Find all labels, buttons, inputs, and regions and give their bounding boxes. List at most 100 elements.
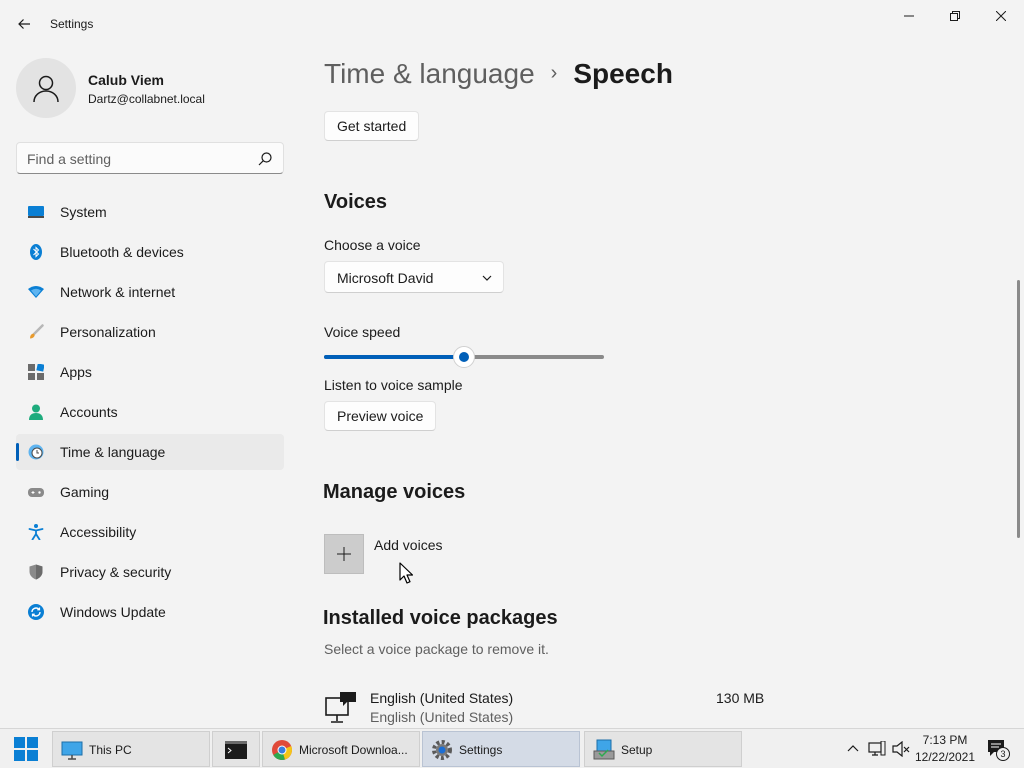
voice-package-name: English (United States) — [370, 690, 514, 706]
bluetooth-icon — [30, 244, 42, 260]
gamepad-icon — [28, 488, 44, 497]
sidebar-item-system[interactable]: System — [16, 194, 284, 230]
speech-monitor-icon — [325, 692, 356, 723]
taskbar-item-setup[interactable]: Setup — [584, 731, 742, 767]
manage-voices-heading: Manage voices — [323, 481, 466, 503]
chrome-icon — [272, 740, 293, 760]
taskbar-item-settings[interactable]: Settings — [422, 731, 580, 767]
sidebar-item-network[interactable]: Network & internet — [16, 274, 284, 310]
taskbar: This PC Microsoft Downloa... Settings Se… — [0, 728, 1024, 768]
voice-speed-label: Voice speed — [324, 324, 401, 340]
clock-time[interactable]: 7:13 PM — [916, 733, 974, 747]
voice-package-language: English (United States) — [370, 709, 514, 725]
search-input[interactable] — [27, 150, 247, 168]
app-title: Settings — [50, 17, 94, 31]
tray-network-button[interactable] — [866, 729, 888, 768]
terminal-icon — [225, 741, 247, 759]
close-icon — [996, 11, 1006, 21]
chevron-down-icon — [482, 275, 492, 281]
search-box[interactable] — [16, 142, 284, 174]
restore-button[interactable] — [932, 0, 978, 32]
plus-icon — [337, 547, 351, 561]
network-monitor-icon — [868, 741, 886, 756]
sidebar-item-label: Time & language — [60, 444, 166, 460]
setup-icon — [593, 739, 615, 760]
shield-icon — [29, 564, 43, 580]
system-icon — [28, 206, 44, 218]
title-bar: Settings — [0, 0, 1024, 48]
page-title: Speech — [573, 58, 673, 89]
tray-volume-button[interactable] — [890, 729, 912, 768]
sidebar-item-label: Bluetooth & devices — [60, 244, 184, 260]
show-hidden-icons-button[interactable] — [842, 729, 864, 768]
settings-gear-icon — [432, 740, 452, 760]
user-icon — [33, 75, 59, 103]
sidebar-item-privacy[interactable]: Privacy & security — [16, 554, 284, 590]
sidebar-item-time-language[interactable]: Time & language — [16, 434, 284, 470]
back-arrow-icon — [18, 19, 30, 29]
content-scrollbar[interactable] — [1017, 280, 1020, 538]
sidebar-item-label: Gaming — [60, 484, 110, 500]
network-icon — [28, 286, 44, 298]
sidebar-item-bluetooth[interactable]: Bluetooth & devices — [16, 234, 284, 270]
breadcrumb: Time & language › Speech — [324, 58, 673, 94]
taskbar-item-terminal[interactable] — [212, 731, 260, 767]
minimize-icon — [904, 15, 914, 17]
windows-logo-icon — [14, 737, 38, 761]
sidebar-item-label: Accessibility — [60, 524, 137, 540]
preview-voice-button[interactable]: Preview voice — [324, 401, 437, 431]
clock-date[interactable]: 12/22/2021 — [912, 750, 978, 764]
brush-icon — [30, 324, 44, 339]
user-profile[interactable]: Calub Viem Dartz@collabnet.local — [16, 58, 286, 118]
sidebar-item-label: Windows Update — [60, 604, 166, 620]
sidebar-item-label: Accounts — [60, 404, 118, 420]
voice-select-value: Microsoft David — [337, 270, 434, 286]
notifications-button[interactable]: 3 — [984, 729, 1012, 768]
avatar — [16, 58, 76, 118]
this-pc-icon — [61, 741, 83, 760]
sidebar-item-accounts[interactable]: Accounts — [16, 394, 284, 430]
back-button[interactable] — [8, 8, 40, 40]
sidebar-item-label: System — [60, 204, 107, 220]
accounts-icon — [29, 404, 43, 420]
sidebar-item-gaming[interactable]: Gaming — [16, 474, 284, 510]
accessibility-icon — [28, 524, 44, 540]
voice-package-size: 130 MB — [716, 690, 765, 706]
sidebar-item-label: Network & internet — [60, 284, 176, 300]
installed-packages-description: Select a voice package to remove it. — [324, 641, 549, 657]
sidebar-item-label: Personalization — [60, 324, 156, 340]
profile-name: Calub Viem — [88, 72, 164, 88]
windows-update-icon — [28, 604, 44, 620]
profile-email: Dartz@collabnet.local — [88, 92, 205, 106]
apps-icon — [28, 364, 44, 380]
minimize-button[interactable] — [886, 0, 932, 32]
search-icon[interactable] — [257, 151, 273, 167]
get-started-button[interactable]: Get started — [324, 111, 420, 141]
slider-thumb[interactable] — [453, 346, 475, 368]
sidebar-item-windows-update[interactable]: Windows Update — [16, 594, 284, 630]
add-voices-button[interactable] — [324, 534, 364, 574]
sidebar-item-label: Privacy & security — [60, 564, 172, 580]
sidebar-item-accessibility[interactable]: Accessibility — [16, 514, 284, 550]
voice-select[interactable]: Microsoft David — [324, 261, 504, 293]
voice-speed-slider[interactable] — [324, 346, 604, 368]
taskbar-item-label: This PC — [89, 743, 132, 757]
taskbar-item-label: Microsoft Downloa... — [299, 743, 408, 757]
chevron-up-icon — [847, 745, 859, 752]
installed-packages-heading: Installed voice packages — [323, 607, 558, 629]
sidebar-item-personalization[interactable]: Personalization — [16, 314, 284, 350]
choose-voice-label: Choose a voice — [324, 237, 421, 253]
sidebar-nav: System Bluetooth & devices Network & int… — [16, 194, 284, 634]
taskbar-item-label: Setup — [621, 743, 653, 757]
breadcrumb-parent[interactable]: Time & language — [324, 58, 535, 89]
close-button[interactable] — [978, 0, 1024, 32]
add-voices-label[interactable]: Add voices — [374, 537, 442, 553]
restore-icon — [950, 11, 960, 21]
taskbar-item-chrome[interactable]: Microsoft Downloa... — [262, 731, 420, 767]
voices-heading: Voices — [324, 191, 387, 213]
time-language-icon — [28, 444, 44, 460]
start-button[interactable] — [4, 731, 48, 767]
sidebar-item-apps[interactable]: Apps — [16, 354, 284, 390]
taskbar-item-label: Settings — [459, 743, 503, 757]
taskbar-item-this-pc[interactable]: This PC — [52, 731, 210, 767]
